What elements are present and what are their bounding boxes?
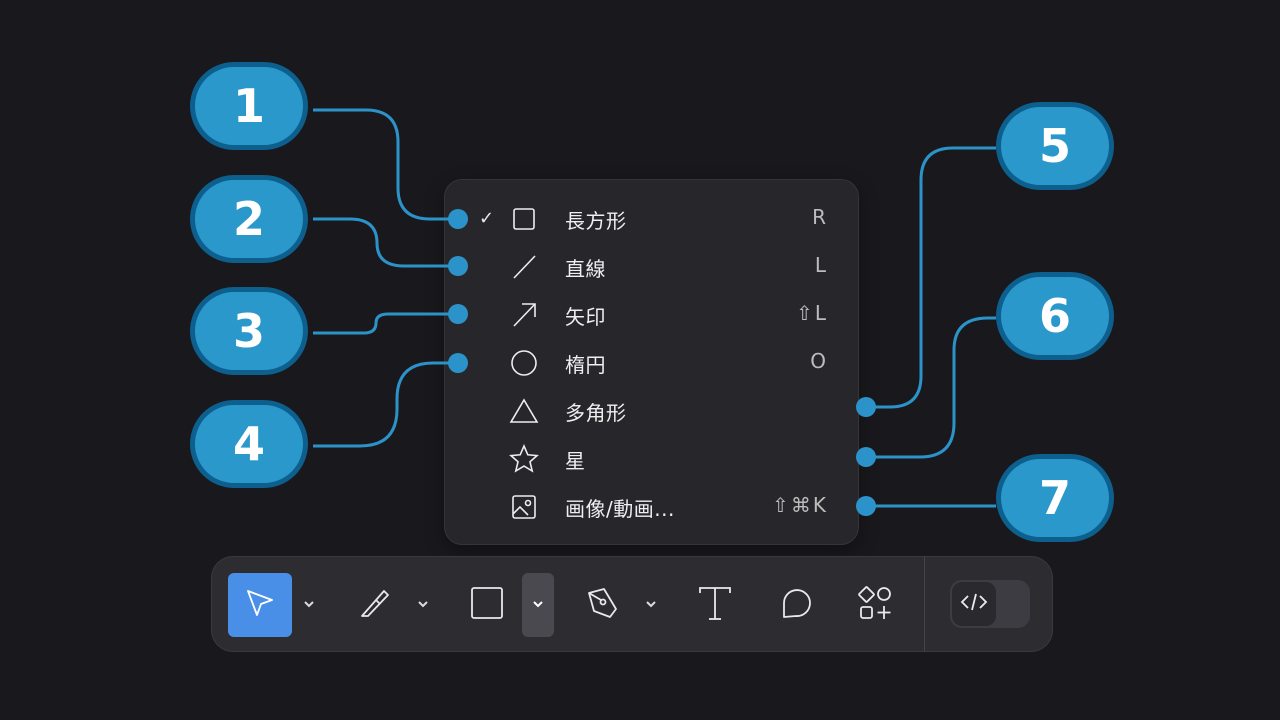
comment-tool-button[interactable]: [764, 573, 828, 637]
code-toggle-knob[interactable]: [952, 582, 996, 626]
text-tool-button[interactable]: [683, 573, 747, 637]
menu-item-label: 直線: [565, 257, 606, 281]
select-tool-dropdown[interactable]: [298, 585, 320, 625]
menu-item-label: 多角形: [565, 401, 627, 425]
resources-tool-button[interactable]: [844, 573, 908, 637]
connector-5: [866, 146, 996, 409]
callout-badge-1: 1: [190, 62, 308, 150]
menu-item-shortcut: ⇧L: [796, 301, 828, 325]
connector-4: [313, 361, 458, 448]
scalpel-tool-dropdown[interactable]: [412, 585, 434, 625]
menu-item-rectangle[interactable]: ✓ 長方形 R: [445, 194, 858, 242]
square-icon: [467, 583, 507, 627]
shape-tool-button[interactable]: [455, 573, 519, 637]
connector-3: [313, 312, 458, 335]
pen-tool-dropdown[interactable]: [640, 585, 662, 625]
callout-badge-5: 5: [996, 102, 1114, 190]
callout-badge-4: 4: [190, 400, 308, 488]
pen-nib-icon: [582, 583, 622, 627]
connector-1: [313, 108, 458, 221]
select-tool-button[interactable]: [228, 573, 292, 637]
menu-item-shortcut: ⇧⌘K: [772, 493, 828, 517]
menu-item-arrow[interactable]: 矢印 ⇧L: [445, 290, 858, 338]
connector-2: [313, 217, 458, 268]
shape-tool-dropdown[interactable]: [522, 573, 554, 637]
menu-item-label: 画像/動画...: [565, 497, 675, 521]
callout-badge-7: 7: [996, 454, 1114, 542]
comment-bubble-icon: [776, 583, 816, 627]
connector-6: [866, 316, 996, 459]
callout-badge-6: 6: [996, 272, 1114, 360]
ellipse-icon: [509, 348, 539, 378]
chevron-down-icon: [531, 596, 545, 615]
bottom-toolbar: [211, 556, 1053, 652]
image-icon: [509, 492, 539, 522]
text-icon: [695, 583, 735, 627]
chevron-down-icon: [302, 596, 316, 615]
menu-item-label: 長方形: [565, 209, 627, 233]
polygon-icon: [509, 396, 539, 426]
shape-dropdown-menu: ✓ 長方形 R 直線 L 矢印 ⇧L 楕円 O 多角形 星 画像/動画... ⇧…: [444, 179, 859, 545]
square-icon: [509, 204, 539, 234]
menu-item-shortcut: L: [814, 253, 828, 277]
line-icon: [509, 252, 539, 282]
code-toggle[interactable]: [950, 580, 1030, 628]
menu-item-shortcut: R: [812, 205, 828, 229]
scalpel-icon: [354, 583, 394, 627]
menu-item-star[interactable]: 星: [445, 434, 858, 482]
callout-badge-3: 3: [190, 287, 308, 375]
connector-dot-6: [856, 447, 876, 467]
menu-item-line[interactable]: 直線 L: [445, 242, 858, 290]
menu-item-ellipse[interactable]: 楕円 O: [445, 338, 858, 386]
scalpel-tool-button[interactable]: [342, 573, 406, 637]
arrow-icon: [509, 300, 539, 330]
menu-item-label: 矢印: [565, 305, 606, 329]
chevron-down-icon: [416, 596, 430, 615]
menu-item-shortcut: O: [810, 349, 828, 373]
pointer-icon: [240, 583, 280, 627]
menu-item-label: 星: [565, 449, 586, 473]
star-icon: [509, 443, 539, 474]
connector-dot-5: [856, 397, 876, 417]
shapes-plus-icon: [856, 583, 896, 627]
toolbar-divider: [924, 557, 925, 651]
code-icon: [959, 591, 989, 617]
menu-item-polygon[interactable]: 多角形: [445, 386, 858, 434]
chevron-down-icon: [644, 596, 658, 615]
callout-badge-2: 2: [190, 175, 308, 263]
connector-dot-7: [856, 496, 876, 516]
check-icon: ✓: [479, 207, 495, 229]
pen-tool-button[interactable]: [570, 573, 634, 637]
menu-item-label: 楕円: [565, 353, 606, 377]
menu-item-image-video[interactable]: 画像/動画... ⇧⌘K: [445, 482, 858, 530]
